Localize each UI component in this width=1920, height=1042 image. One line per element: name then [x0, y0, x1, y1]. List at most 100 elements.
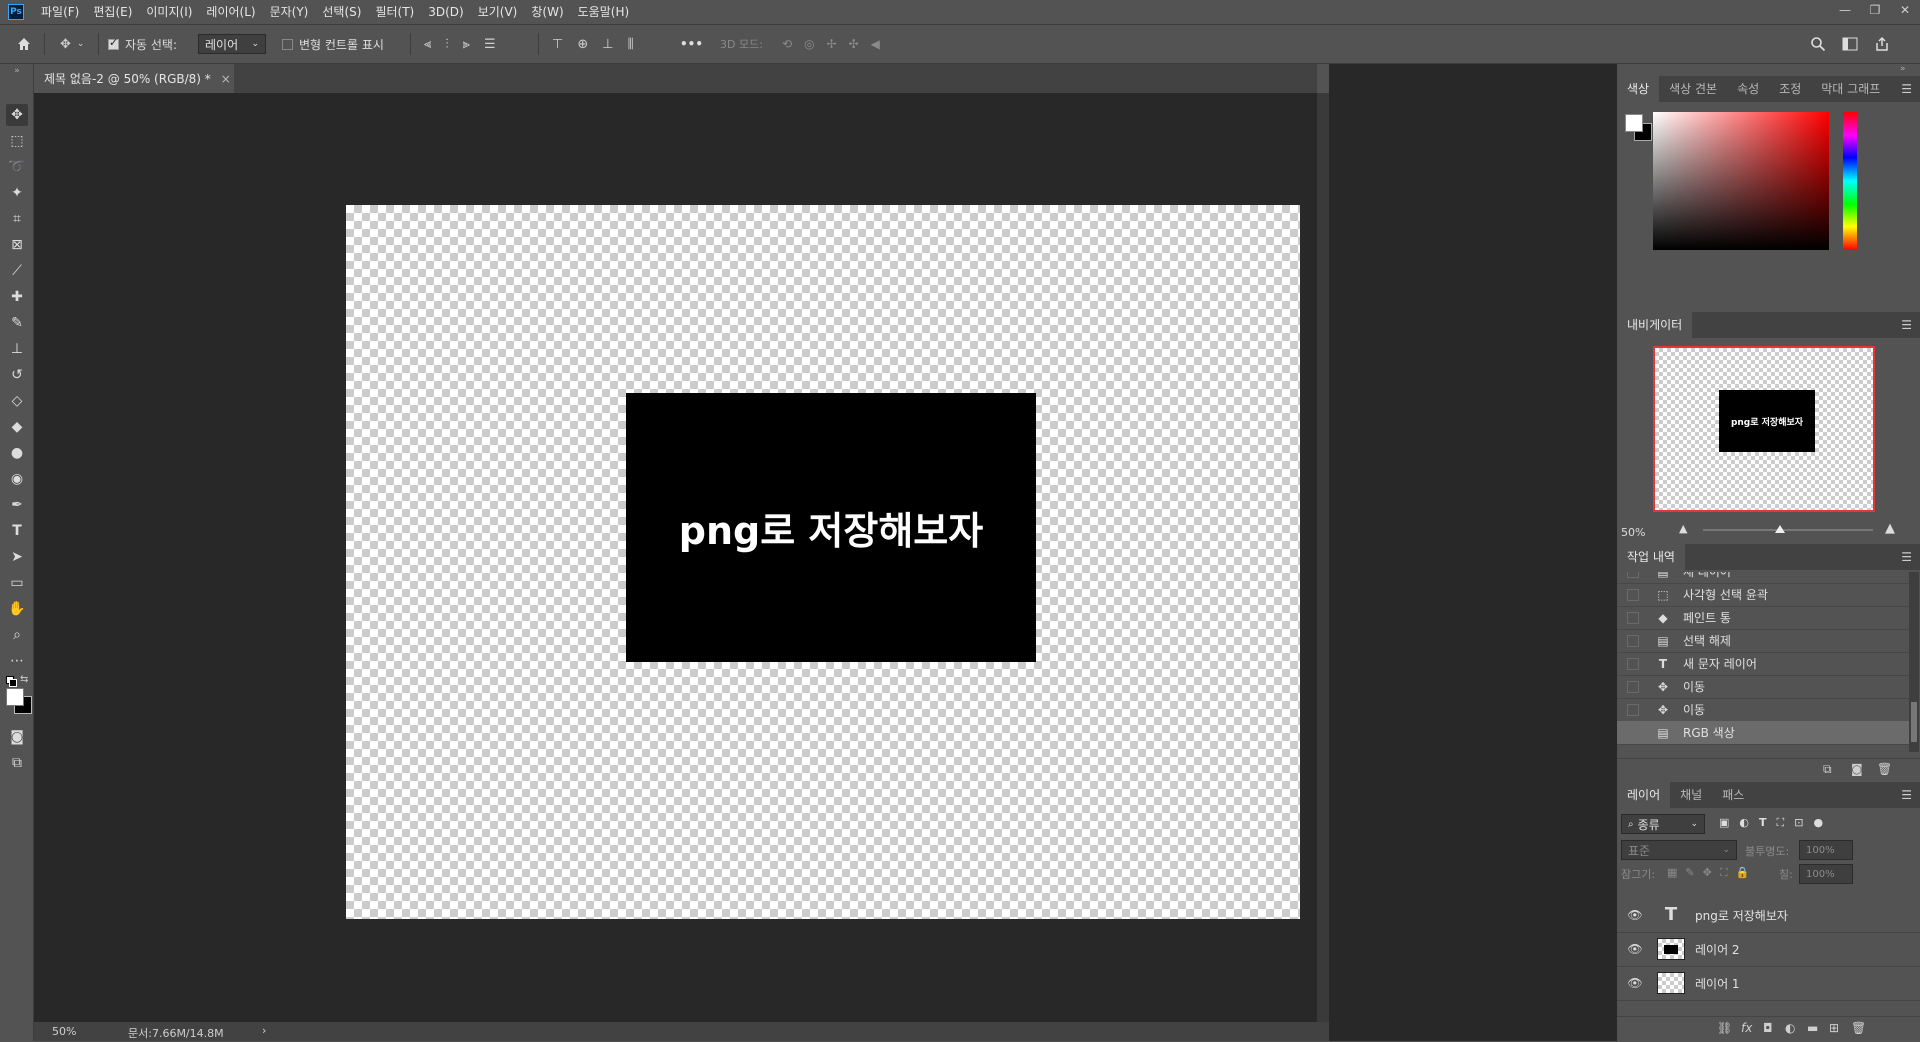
zoom-slider-thumb[interactable] [1775, 525, 1785, 533]
history-brush-tool-icon[interactable]: ↺ [6, 364, 28, 386]
filter-shape-icon[interactable]: ⛶ [1777, 816, 1785, 830]
layer-filter-dropdown[interactable]: ⌕ 종류 ⌄ [1621, 814, 1705, 834]
filter-type-icon[interactable]: T [1759, 816, 1767, 830]
menu-view[interactable]: 보기(V) [471, 0, 525, 24]
tab-layers[interactable]: 레이어 [1617, 782, 1671, 808]
tab-swatches[interactable]: 색상 견본 [1659, 76, 1727, 102]
layer-row[interactable]: 👁 레이어 2 [1617, 932, 1920, 967]
zoom-out-icon[interactable]: ▲ [1679, 522, 1687, 535]
path-selection-tool-icon[interactable]: ➤ [6, 546, 28, 568]
history-scrollbar[interactable] [1909, 572, 1919, 752]
3d-orbit-icon[interactable]: ⟲ [782, 37, 792, 51]
lock-all-icon[interactable]: 🔒 [1736, 866, 1750, 880]
align-bottom-icon[interactable]: ⊥ [602, 37, 613, 52]
move-tool-preset-button[interactable]: ✥ ⌄ [60, 25, 84, 63]
history-scroll-thumb[interactable] [1911, 702, 1917, 742]
fill-field[interactable]: 100% [1799, 864, 1853, 884]
hand-tool-icon[interactable]: ✋ [6, 598, 28, 620]
navigator-menu-icon[interactable]: ☰ [1901, 318, 1912, 332]
restore-button[interactable]: ❐ [1860, 0, 1890, 20]
3d-slide-icon[interactable]: ✣ [849, 37, 859, 51]
visibility-eye-icon[interactable]: 👁 [1625, 942, 1645, 956]
adjustment-layer-icon[interactable]: ◐ [1785, 1021, 1795, 1035]
tab-color[interactable]: 색상 [1617, 76, 1660, 102]
type-tool-icon[interactable]: T [6, 520, 28, 542]
new-doc-from-state-icon[interactable]: ⧉ [1823, 762, 1832, 777]
search-icon[interactable] [1810, 36, 1826, 52]
lasso-tool-icon[interactable]: ➰ [6, 156, 28, 178]
lock-artboard-icon[interactable]: ⛶ [1720, 866, 1728, 880]
tab-properties[interactable]: 속성 [1727, 76, 1769, 102]
dodge-tool-icon[interactable]: ◉ [6, 468, 28, 490]
move-tool-icon[interactable]: ✥ [6, 104, 28, 126]
more-options-button[interactable]: ••• [680, 25, 703, 63]
menu-type[interactable]: 문자(Y) [263, 0, 316, 24]
blur-tool-icon[interactable]: ● [6, 442, 28, 464]
distribute-vertical-icon[interactable]: ⫼ [628, 37, 634, 52]
text-layer-content[interactable]: png로 저장해보자 [626, 393, 1036, 662]
status-zoom[interactable]: 50% [52, 1025, 76, 1038]
close-tab-icon[interactable]: × [221, 72, 231, 86]
lock-position-icon[interactable]: ✥ [1703, 866, 1712, 880]
3d-pan-icon[interactable]: ✢ [827, 37, 837, 51]
document-tab[interactable]: 제목 없음-2 @ 50% (RGB/8) * × [34, 64, 234, 93]
lock-paint-icon[interactable]: ✎ [1685, 866, 1694, 880]
share-icon[interactable] [1874, 36, 1890, 52]
new-group-icon[interactable]: ▬ [1807, 1021, 1818, 1035]
more-tools-icon[interactable]: ⋯ [6, 650, 28, 672]
stamp-tool-icon[interactable]: ⊥ [6, 338, 28, 360]
align-hcenter-icon[interactable]: ⫶ [445, 37, 448, 52]
marquee-tool-icon[interactable]: ⬚ [6, 130, 28, 152]
visibility-eye-icon[interactable]: 👁 [1625, 976, 1645, 990]
vertical-scrollbar[interactable] [1317, 93, 1329, 1022]
distribute-icon[interactable]: ☰ [484, 37, 496, 52]
menu-edit[interactable]: 편집(E) [86, 0, 139, 24]
history-item[interactable]: ✥ 이동 [1617, 698, 1909, 722]
color-swatches[interactable] [6, 688, 36, 718]
delete-layer-icon[interactable]: 🗑 [1851, 1021, 1866, 1035]
filter-adjustment-icon[interactable]: ◐ [1739, 816, 1749, 830]
visibility-eye-icon[interactable]: 👁 [1625, 908, 1645, 922]
align-top-icon[interactable]: ⊤ [552, 37, 563, 52]
foreground-color-swatch[interactable] [6, 688, 24, 706]
auto-select-checkbox[interactable]: 자동 선택: [108, 25, 177, 63]
history-item[interactable]: ⬚ 사각형 선택 윤곽 [1617, 583, 1909, 607]
close-window-button[interactable]: ✕ [1890, 0, 1920, 20]
collapse-panels-icon[interactable]: » [1900, 64, 1906, 74]
menu-3d[interactable]: 3D(D) [421, 0, 470, 24]
paint-bucket-tool-icon[interactable]: ◆ [6, 416, 28, 438]
minimize-button[interactable]: — [1830, 0, 1860, 20]
eyedropper-tool-icon[interactable]: ⟋ [6, 260, 28, 282]
tab-channels[interactable]: 채널 [1670, 782, 1712, 808]
align-left-icon[interactable]: ⫷ [424, 37, 431, 52]
history-item[interactable]: ✥ 이동 [1617, 675, 1909, 699]
menu-layer[interactable]: 레이어(L) [199, 0, 262, 24]
navigator-zoom-slider[interactable] [1703, 529, 1873, 531]
auto-select-dropdown[interactable]: 레이어 ⌄ [198, 34, 266, 54]
status-arrow-icon[interactable]: › [262, 1024, 266, 1037]
layer-row[interactable]: 👁 레이어 1 [1617, 966, 1920, 1001]
tab-histogram[interactable]: 막대 그래프 [1811, 76, 1890, 102]
filter-pixel-icon[interactable]: ▣ [1719, 816, 1729, 830]
zoom-in-icon[interactable]: ▲ [1885, 521, 1895, 536]
filter-smart-icon[interactable]: ⊡ [1794, 816, 1803, 830]
eraser-tool-icon[interactable]: ◇ [6, 390, 28, 412]
zoom-tool-icon[interactable]: ⌕ [6, 624, 28, 646]
opacity-field[interactable]: 100% [1799, 840, 1853, 860]
history-item[interactable]: T새 문자 레이어 [1617, 652, 1909, 676]
3d-roll-icon[interactable]: ◎ [804, 37, 814, 51]
color-panel-menu-icon[interactable]: ☰ [1901, 82, 1912, 96]
menu-help[interactable]: 도움말(H) [571, 0, 637, 24]
align-vcenter-icon[interactable]: ⊕ [577, 37, 588, 52]
navigator-zoom[interactable]: 50% [1621, 526, 1645, 539]
3d-camera-icon[interactable]: ◀ [871, 37, 880, 51]
tab-adjustments[interactable]: 조정 [1769, 76, 1811, 102]
menu-file[interactable]: 파일(F) [34, 0, 86, 24]
workspace-icon[interactable] [1842, 37, 1858, 51]
crop-tool-icon[interactable]: ⌗ [6, 208, 28, 230]
home-button[interactable] [16, 25, 32, 63]
history-item-selected[interactable]: ▤ RGB 색상 [1617, 721, 1909, 745]
panel-color-swatches[interactable] [1625, 114, 1655, 144]
magic-wand-tool-icon[interactable]: ✦ [6, 182, 28, 204]
menu-select[interactable]: 선택(S) [315, 0, 368, 24]
